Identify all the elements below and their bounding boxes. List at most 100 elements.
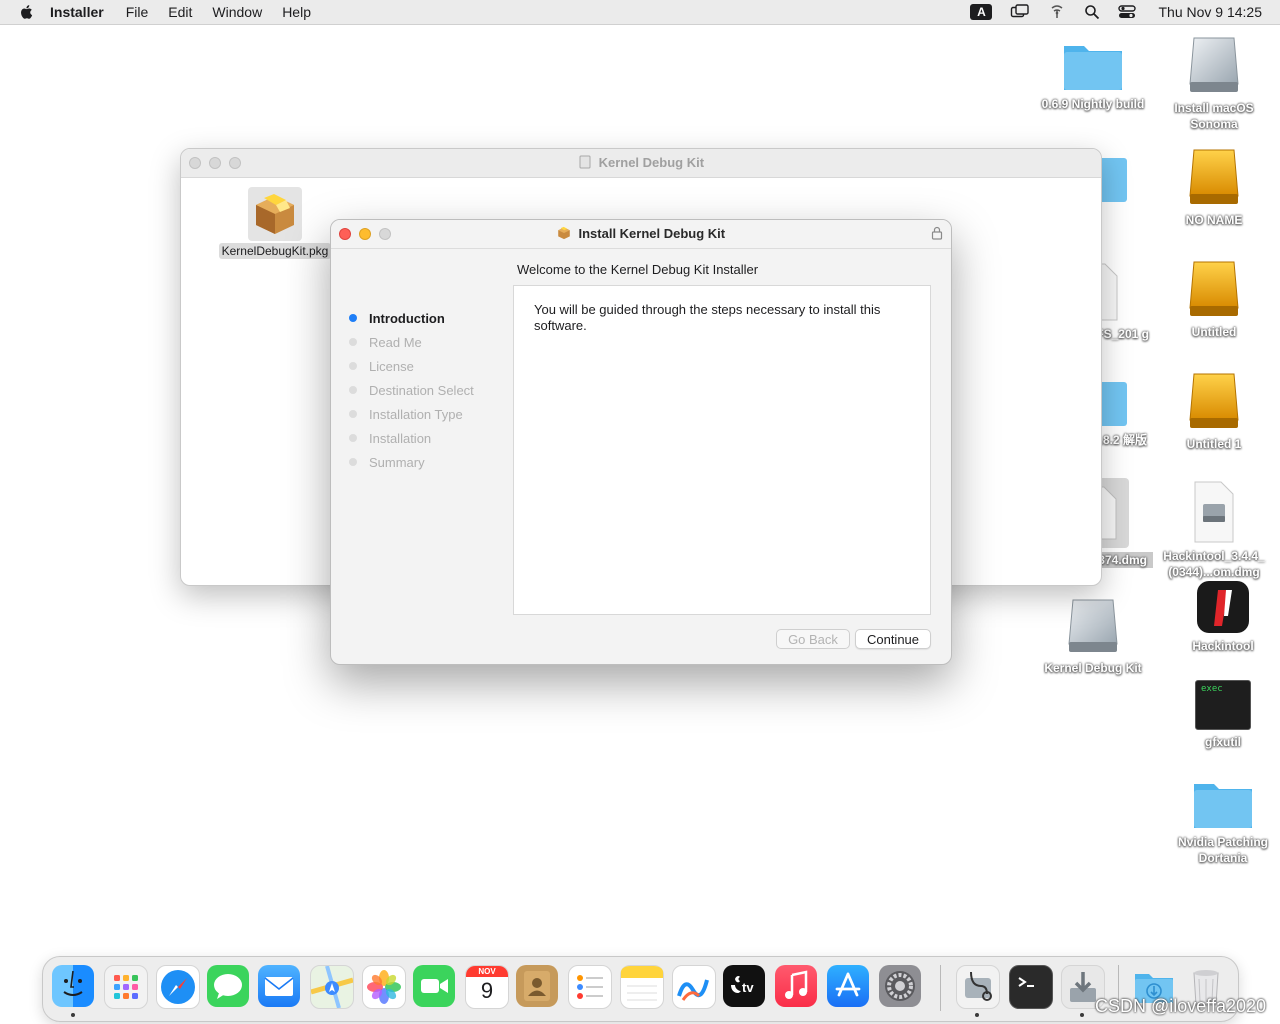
menu-app-name[interactable]: Installer — [50, 4, 104, 20]
disk-image-icon — [1068, 599, 1118, 652]
dock-tv-icon[interactable]: tv — [723, 965, 765, 1007]
finder-title: Kernel Debug Kit — [181, 155, 1101, 170]
lock-icon[interactable] — [931, 226, 943, 240]
dock-music-icon[interactable] — [775, 965, 817, 1007]
dock-photos-icon[interactable] — [362, 965, 406, 1009]
desktop-icon-hackintool-dmg[interactable]: Hackintool_3.4.4_ (0344)...om.dmg — [1154, 480, 1274, 580]
step-label: Destination Select — [369, 382, 474, 398]
screen-mirroring-icon[interactable] — [1010, 4, 1030, 20]
dock-terminal-icon[interactable] — [1009, 965, 1053, 1009]
desktop-icon-untitled[interactable]: Untitled — [1154, 258, 1274, 340]
dock-launchpad-icon[interactable] — [104, 965, 148, 1009]
go-back-button[interactable]: Go Back — [776, 629, 850, 649]
finder-item-kernel-debug-kit-pkg[interactable]: KernelDebugKit.pkg — [215, 187, 335, 260]
finder-titlebar[interactable]: Kernel Debug Kit — [181, 149, 1101, 178]
menu-bar: Installer File Edit Window Help A Thu No… — [0, 0, 1280, 25]
package-icon-wrapper — [248, 187, 302, 241]
control-center-icon[interactable] — [1118, 4, 1137, 20]
finder-item-label: KernelDebugKit.pkg — [218, 243, 332, 259]
installer-steps: Introduction Read Me License Destination… — [349, 306, 474, 474]
step-dot-icon — [349, 386, 357, 394]
step-read-me: Read Me — [349, 330, 474, 354]
desktop-icon-nvidia-patching[interactable]: Nvidia Patching Dortania — [1163, 776, 1280, 866]
dock-notes-icon[interactable] — [620, 965, 664, 1009]
svg-text:tv: tv — [742, 980, 754, 995]
disk-image-icon — [579, 155, 591, 169]
installer-window[interactable]: Install Kernel Debug Kit Welcome to the … — [330, 219, 952, 665]
dock-calendar-icon[interactable]: NOV 9 — [465, 965, 509, 1009]
apple-menu-icon[interactable] — [18, 3, 36, 21]
dock-separator — [940, 965, 941, 1011]
installer-title-text: Install Kernel Debug Kit — [578, 226, 726, 241]
desktop-icon-no-name[interactable]: NO NAME — [1154, 146, 1274, 228]
menu-help[interactable]: Help — [282, 4, 311, 20]
running-indicator — [975, 1013, 979, 1017]
step-dot-icon — [349, 338, 357, 346]
dock-contacts-icon[interactable] — [516, 965, 558, 1007]
step-dot-icon — [349, 458, 357, 466]
exec-terminal-icon: exec — [1195, 680, 1251, 730]
menu-edit[interactable]: Edit — [168, 4, 192, 20]
desktop-icon-label: Untitled — [1191, 325, 1237, 339]
dock-facetime-icon[interactable] — [413, 965, 455, 1007]
external-drive-icon — [1189, 261, 1239, 316]
desktop-icon-label: Hackintool_3.4.4_ (0344)...om.dmg — [1163, 549, 1265, 579]
running-indicator — [1080, 1013, 1084, 1017]
spotlight-search-icon[interactable] — [1084, 4, 1100, 20]
continue-button[interactable]: Continue — [855, 629, 931, 649]
desktop-icon-label: Nvidia Patching Dortania — [1177, 835, 1269, 865]
desktop-icon-label: Kernel Debug Kit — [1044, 661, 1142, 675]
step-label: Summary — [369, 454, 425, 470]
hackintool-app-icon — [1197, 581, 1249, 633]
step-installation: Installation — [349, 426, 474, 450]
external-drive-icon — [1189, 149, 1239, 204]
installer-welcome-heading: Welcome to the Kernel Debug Kit Installe… — [517, 262, 759, 277]
step-destination-select: Destination Select — [349, 378, 474, 402]
dock-reminders-icon[interactable] — [568, 965, 612, 1009]
finder-title-text: Kernel Debug Kit — [598, 155, 705, 170]
external-drive-icon — [1189, 373, 1239, 428]
disk-icon — [1189, 37, 1239, 92]
step-label: Installation — [369, 430, 432, 446]
step-active-dot-icon — [349, 314, 357, 322]
desktop-icon-label: Hackintool — [1192, 639, 1254, 653]
desktop-icon-label: NO NAME — [1185, 213, 1243, 227]
desktop-icon-nightly-build[interactable]: 0.6.9 Nightly build — [1033, 38, 1153, 112]
dock-app-store-icon[interactable] — [827, 965, 869, 1007]
exec-icon-text: exec — [1201, 684, 1223, 694]
step-label: Installation Type — [369, 406, 463, 422]
dock-maps-icon[interactable] — [310, 965, 354, 1009]
step-dot-icon — [349, 362, 357, 370]
menu-file[interactable]: File — [126, 4, 149, 20]
installer-titlebar[interactable]: Install Kernel Debug Kit — [331, 220, 951, 249]
folder-icon — [1064, 46, 1122, 90]
menu-clock[interactable]: Thu Nov 9 14:25 — [1158, 4, 1262, 20]
dock-mail-icon[interactable] — [258, 965, 300, 1007]
dock-safari-icon[interactable] — [156, 965, 200, 1009]
folder-icon — [1194, 784, 1252, 828]
dock-finder-icon[interactable] — [52, 965, 94, 1007]
desktop-icon-hackintool[interactable]: Hackintool — [1163, 580, 1280, 654]
step-label: Introduction — [369, 310, 445, 326]
installer-content-pane[interactable]: You will be guided through the steps nec… — [513, 285, 931, 615]
desktop-icon-label: 0.6.9 Nightly build — [1041, 97, 1145, 111]
desktop-icon-gfxutil[interactable]: exec gfxutil — [1163, 680, 1280, 750]
dock-system-settings-icon[interactable] — [879, 965, 921, 1007]
step-label: Read Me — [369, 334, 422, 350]
menu-window[interactable]: Window — [212, 4, 262, 20]
step-dot-icon — [349, 410, 357, 418]
dock-messages-icon[interactable] — [207, 965, 249, 1007]
desktop-icon-label: Untitled 1 — [1186, 437, 1242, 451]
package-icon — [558, 226, 570, 240]
calendar-month: NOV — [466, 966, 508, 977]
wifi-icon[interactable] — [1048, 4, 1066, 20]
dock-disk-utility-icon[interactable] — [956, 965, 1000, 1009]
watermark-text: CSDN @iloveffa2020 — [1094, 996, 1266, 1016]
dock-freeform-icon[interactable] — [672, 965, 716, 1009]
input-source-menu[interactable]: A — [970, 4, 993, 20]
desktop-icon-install-macos[interactable]: Install macOS Sonoma — [1154, 34, 1274, 132]
desktop-icon-label: gfxutil — [1205, 735, 1241, 749]
desktop-icon-kernel-debug-kit[interactable]: Kernel Debug Kit — [1033, 596, 1153, 676]
desktop-icon-untitled-1[interactable]: Untitled 1 — [1154, 370, 1274, 452]
installer-body-text: You will be guided through the steps nec… — [534, 302, 881, 333]
